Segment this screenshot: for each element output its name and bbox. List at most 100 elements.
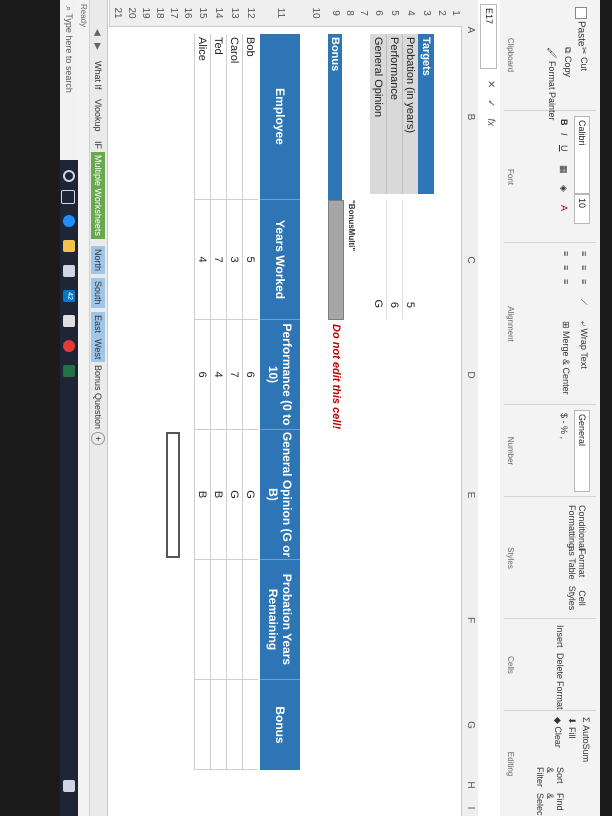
file-explorer-icon[interactable]: [63, 240, 75, 252]
row-header[interactable]: 9: [327, 0, 342, 27]
target-value-general-opinion[interactable]: G: [370, 200, 386, 320]
table-header-bonus[interactable]: Bonus: [260, 680, 300, 770]
table-cell-opinion[interactable]: G: [242, 430, 258, 560]
merge-center-button[interactable]: ⊞ Merge & Center: [559, 318, 572, 398]
column-header-h[interactable]: H: [461, 770, 478, 801]
table-cell-bonus[interactable]: [226, 680, 242, 770]
column-header-c[interactable]: C: [461, 200, 478, 321]
table-cell-opinion[interactable]: G: [226, 430, 242, 560]
table-header-performance[interactable]: Performance (0 to 10): [260, 320, 300, 430]
wrap-text-button[interactable]: ⤶ Wrap Text: [577, 318, 590, 372]
italic-button[interactable]: I: [558, 130, 570, 139]
align-right-icon[interactable]: ≡: [560, 276, 572, 287]
taskbar-search[interactable]: ⌕ Type here to search: [60, 0, 78, 160]
tab-scroll-right-icon[interactable]: ▶: [91, 40, 105, 53]
notification-icon[interactable]: [63, 780, 75, 792]
row-header[interactable]: 19: [137, 0, 152, 27]
row-header[interactable]: 4: [401, 0, 418, 27]
table-cell-opinion[interactable]: B: [210, 430, 226, 560]
borders-icon[interactable]: ▦: [557, 162, 570, 177]
row-header[interactable]: 21: [109, 0, 124, 27]
cell-styles-button[interactable]: Cell Styles: [566, 580, 588, 616]
target-value-performance[interactable]: 6: [386, 200, 402, 320]
row-header[interactable]: 1: [447, 0, 462, 27]
row-header[interactable]: 18: [151, 0, 166, 27]
table-cell-performance[interactable]: 6: [194, 320, 210, 430]
column-header-i[interactable]: I: [461, 800, 478, 816]
table-cell-employee[interactable]: Bob: [242, 34, 258, 200]
column-header-e[interactable]: E: [461, 430, 478, 561]
bonus-multiplier-cell[interactable]: [328, 200, 344, 320]
sheet-tab-what-if[interactable]: What If: [91, 58, 105, 93]
bold-button[interactable]: B: [558, 116, 570, 129]
sheet-tab-vlookup[interactable]: Vlookup: [91, 96, 105, 135]
chrome-icon[interactable]: [63, 340, 75, 352]
sheet-tab-east[interactable]: East: [91, 312, 105, 337]
row-header[interactable]: 17: [165, 0, 180, 27]
table-cell-probation[interactable]: [226, 560, 242, 680]
row-header[interactable]: 8: [341, 0, 356, 27]
table-header-years-worked[interactable]: Years Worked: [260, 200, 300, 320]
row-header[interactable]: 14: [209, 0, 226, 27]
row-header[interactable]: 6: [369, 0, 386, 27]
table-header-probation-remaining[interactable]: Probation Years Remaining: [260, 560, 300, 680]
row-header[interactable]: 13: [225, 0, 242, 27]
sheet-tab-multiple-worksheets[interactable]: Multiple Worksheets: [91, 152, 105, 239]
paste-button[interactable]: Paste: [574, 4, 588, 50]
table-cell-bonus[interactable]: [242, 680, 258, 770]
mail-icon[interactable]: 42: [63, 290, 75, 302]
targets-header[interactable]: Targets: [418, 34, 434, 194]
table-cell-employee[interactable]: Carol: [226, 34, 242, 200]
column-header-g[interactable]: G: [461, 680, 478, 771]
table-cell-probation[interactable]: [194, 560, 210, 680]
select-all-corner[interactable]: [461, 0, 478, 27]
target-row-general-opinion[interactable]: General Opinion: [370, 34, 386, 194]
column-header-d[interactable]: D: [461, 320, 478, 431]
row-header[interactable]: 16: [179, 0, 194, 27]
target-row-probation[interactable]: Probation (in years): [402, 34, 418, 194]
insert-button[interactable]: Insert: [554, 622, 566, 651]
column-header-f[interactable]: F: [461, 560, 478, 681]
task-view-icon[interactable]: [61, 190, 75, 204]
clear-button[interactable]: ◆ Clear: [551, 714, 564, 751]
name-box[interactable]: E17: [480, 4, 497, 69]
row-header[interactable]: 15: [193, 0, 210, 27]
format-button[interactable]: Format: [554, 678, 566, 713]
selected-cell-e17[interactable]: [166, 432, 180, 558]
sheet-tab-bonus-question[interactable]: Bonus Question: [91, 362, 105, 432]
align-center-icon[interactable]: ≡: [560, 262, 572, 273]
align-top-icon[interactable]: ≡: [578, 248, 590, 259]
bonus-label-cell[interactable]: Bonus: [328, 34, 342, 200]
font-size-select[interactable]: 10: [574, 194, 590, 224]
table-cell-bonus[interactable]: [194, 680, 210, 770]
underline-button[interactable]: U: [558, 142, 570, 155]
table-cell-employee[interactable]: Alice: [194, 34, 210, 200]
add-sheet-button[interactable]: +: [91, 432, 105, 446]
fill-button[interactable]: ⬇ Fill: [565, 714, 578, 742]
align-left-icon[interactable]: ≡: [560, 248, 572, 259]
row-header[interactable]: 11: [257, 0, 302, 27]
table-header-general-opinion[interactable]: General Opinion (G or B): [260, 430, 300, 560]
cancel-icon[interactable]: ✕: [485, 80, 496, 88]
table-cell-opinion[interactable]: B: [194, 430, 210, 560]
table-cell-bonus[interactable]: [210, 680, 226, 770]
format-as-table-button[interactable]: Format as Table: [566, 542, 588, 584]
enter-icon[interactable]: ✓: [485, 99, 496, 107]
table-cell-years[interactable]: 4: [194, 200, 210, 320]
row-header[interactable]: 5: [385, 0, 402, 27]
table-cell-years[interactable]: 3: [226, 200, 242, 320]
copy-button[interactable]: ⧉ Copy: [561, 44, 574, 80]
column-header-b[interactable]: B: [461, 34, 478, 201]
photos-icon[interactable]: [63, 315, 75, 327]
fx-icon[interactable]: fx: [485, 118, 496, 126]
sheet-tab-if[interactable]: IF: [91, 138, 105, 152]
sheet-tab-north[interactable]: North: [91, 246, 105, 275]
number-format-buttons[interactable]: $ - % ,: [558, 410, 570, 442]
table-header-employee[interactable]: Employee: [260, 34, 300, 200]
row-header[interactable]: 2: [433, 0, 448, 27]
font-color-icon[interactable]: A: [558, 202, 570, 214]
row-header[interactable]: 10: [301, 0, 328, 27]
table-cell-performance[interactable]: 4: [210, 320, 226, 430]
table-cell-performance[interactable]: 6: [242, 320, 258, 430]
align-bottom-icon[interactable]: ≡: [578, 276, 590, 287]
